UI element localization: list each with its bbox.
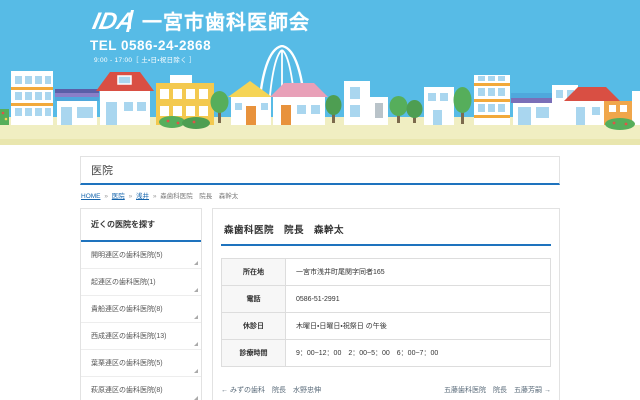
breadcrumb: HOME » 医院 » 浅井 » 森歯科医院 院長 森幹太: [81, 190, 559, 200]
house-yellow-roof: [228, 81, 272, 125]
row-label: 休診日: [222, 313, 286, 340]
breadcrumb-link-asai[interactable]: 浅井: [136, 193, 149, 200]
building-white-small: [424, 87, 454, 125]
tel-number: TEL 0586-24-2868: [90, 38, 310, 53]
shop-awning-left: [55, 89, 99, 125]
breadcrumb-separator: »: [129, 193, 133, 200]
row-value: 9：00~12：00 2：00~5：00 6：00~7：00: [286, 340, 551, 367]
breadcrumb-separator: »: [153, 193, 157, 200]
building-striped-left: [11, 71, 53, 125]
two-column-layout: 近くの医院を探す 開明連区の歯科医院(5) 起連区の歯科医院(1) 貴船連区の歯…: [80, 208, 560, 400]
site-header: IDA 一宮市歯科医師会 TEL 0586-24-2868 9:00 - 17:…: [0, 0, 640, 145]
org-name: 一宮市歯科医師会: [142, 6, 310, 35]
house-red-roof: [96, 72, 154, 125]
table-row: 所在地 一宮市浅井町尾関字同者165: [222, 259, 551, 286]
breadcrumb-current: 森歯科医院 院長 森幹太: [160, 193, 238, 200]
sidebar-item-haguri[interactable]: 葉栗連区の歯科医院(5): [81, 350, 201, 377]
next-clinic-link[interactable]: 五藤歯科医院 院長 五藤芳嗣 →: [444, 385, 551, 395]
house-pink-roof: [270, 83, 328, 125]
table-row: 電話 0586-51-2991: [222, 286, 551, 313]
sidebar-item-okoshi[interactable]: 起連区の歯科医院(1): [81, 269, 201, 296]
prev-clinic-link[interactable]: ← みずの歯科 院長 水野忠伸: [221, 385, 321, 395]
clinic-detail-panel: 森歯科医院 院長 森幹太 所在地 一宮市浅井町尾関字同者165 電話 0586-…: [212, 208, 560, 400]
building-white-l: [344, 81, 388, 125]
hedge: [0, 109, 9, 125]
row-value: 一宮市浅井町尾関字同者165: [286, 259, 551, 286]
sidebar-nearby-clinics: 近くの医院を探す 開明連区の歯科医院(5) 起連区の歯科医院(1) 貴船連区の歯…: [80, 208, 202, 400]
row-value: 0586-51-2991: [286, 286, 551, 313]
sidebar-title: 近くの医院を探す: [81, 209, 201, 242]
row-label: 診療時間: [222, 340, 286, 367]
shop-awning-right: [511, 93, 555, 125]
sidebar-item-kaimei[interactable]: 開明連区の歯科医院(5): [81, 242, 201, 269]
page-title: 医院: [80, 156, 560, 185]
sidebar-item-kifune[interactable]: 貴船連区の歯科医院(8): [81, 296, 201, 323]
breadcrumb-link-home[interactable]: HOME: [81, 193, 101, 200]
breadcrumb-separator: »: [104, 193, 108, 200]
table-row: 休診日 木曜日・日曜日・祝祭日 の午後: [222, 313, 551, 340]
building-striped-right: [474, 75, 510, 125]
sidebar-item-nishinari[interactable]: 西成連区の歯科医院(13): [81, 323, 201, 350]
row-label: 電話: [222, 286, 286, 313]
office-hours: 9:00 - 17:00［ 土・日・祝日除く ］: [94, 54, 310, 64]
row-value: 木曜日・日曜日・祝祭日 の午後: [286, 313, 551, 340]
association-logo-icon[interactable]: IDA: [90, 7, 134, 35]
header-text-block: IDA 一宮市歯科医師会 TEL 0586-24-2868 9:00 - 17:…: [90, 6, 310, 64]
breadcrumb-link-iin[interactable]: 医院: [112, 193, 125, 200]
content-container: 医院 HOME » 医院 » 浅井 » 森歯科医院 院長 森幹太 近くの医院を探…: [80, 156, 560, 400]
table-row: 診療時間 9：00~12：00 2：00~5：00 6：00~7：00: [222, 340, 551, 367]
row-label: 所在地: [222, 259, 286, 286]
sidebar-item-hagiwara[interactable]: 萩原連区の歯科医院(8): [81, 377, 201, 400]
prev-next-navigation: ← みずの歯科 院長 水野忠伸 五藤歯科医院 院長 五藤芳嗣 →: [221, 385, 551, 395]
clinic-title: 森歯科医院 院長 森幹太: [221, 219, 551, 246]
clinic-info-table: 所在地 一宮市浅井町尾関字同者165 電話 0586-51-2991 休診日 木…: [221, 258, 551, 367]
building-yellow: [156, 75, 214, 129]
